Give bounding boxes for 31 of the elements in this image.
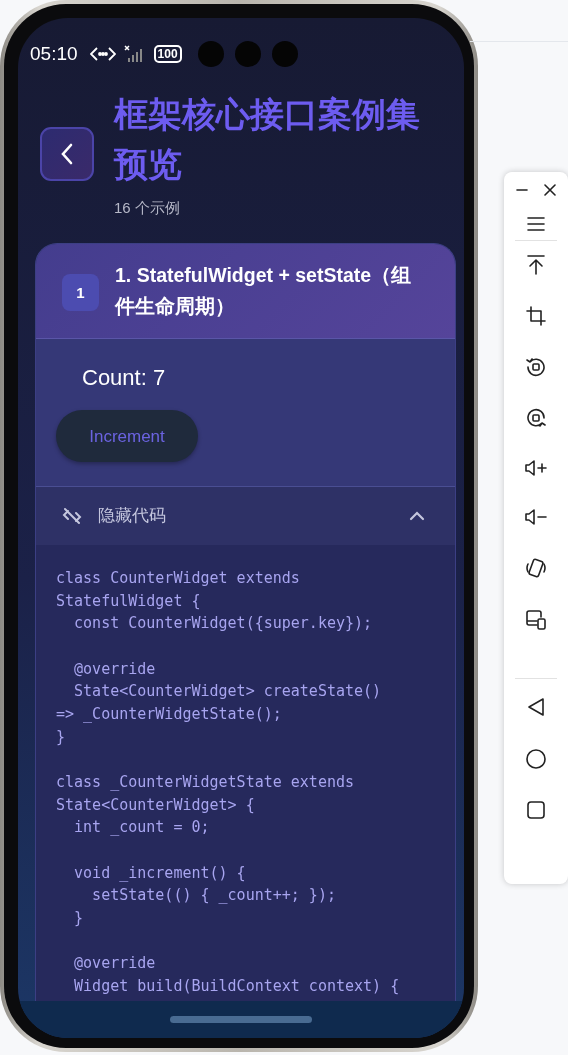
home-icon[interactable] xyxy=(526,749,546,769)
back-button[interactable] xyxy=(40,127,94,182)
devices-icon[interactable] xyxy=(526,610,546,630)
shake-icon[interactable] xyxy=(526,557,546,579)
data-transfer-icon xyxy=(89,46,116,63)
battery-icon: 100 xyxy=(153,45,182,64)
camera-hole xyxy=(271,41,298,68)
rotate-right-icon[interactable] xyxy=(526,408,546,428)
code-toggle[interactable]: 隐藏代码 xyxy=(36,487,455,545)
example-count: 16 个示例 xyxy=(114,197,181,218)
upload-icon[interactable] xyxy=(526,255,546,275)
number-badge: 1 xyxy=(62,274,99,312)
status-time: 05:10 xyxy=(30,42,78,67)
camera-hole xyxy=(197,41,224,68)
volume-up-icon[interactable] xyxy=(525,459,547,477)
minimize-icon[interactable] xyxy=(516,189,528,191)
crop-icon[interactable] xyxy=(526,306,546,326)
code-off-icon xyxy=(62,506,82,527)
counter-text: Count: 7 xyxy=(81,364,167,393)
menu-icon[interactable] xyxy=(527,216,545,232)
code-text: class CounterWidget extends StatefulWidget { const CounterWidget({super.key}); @override State<CounterWidget> createState() => _CounterWidgetState(); } class _CounterWidgetState extends State<CounterWidget> { int _count = 0; void _increment() { setState(() { _count++; }); } @override Widget build(BuildContext context) { xyxy=(56,567,400,997)
back-icon xyxy=(60,143,74,166)
example-title: 1. StatefulWidget + setState（组件生命周期） xyxy=(115,263,413,320)
close-icon[interactable] xyxy=(544,184,556,196)
volume-down-icon[interactable] xyxy=(525,508,547,526)
back-icon[interactable] xyxy=(527,697,545,717)
page-title: 框架核心接口案例集预览 xyxy=(114,93,421,185)
recents-icon[interactable] xyxy=(527,801,545,819)
camera-hole xyxy=(234,41,261,68)
toggle-label: 隐藏代码 xyxy=(98,505,167,528)
rotate-left-icon[interactable] xyxy=(526,357,546,377)
